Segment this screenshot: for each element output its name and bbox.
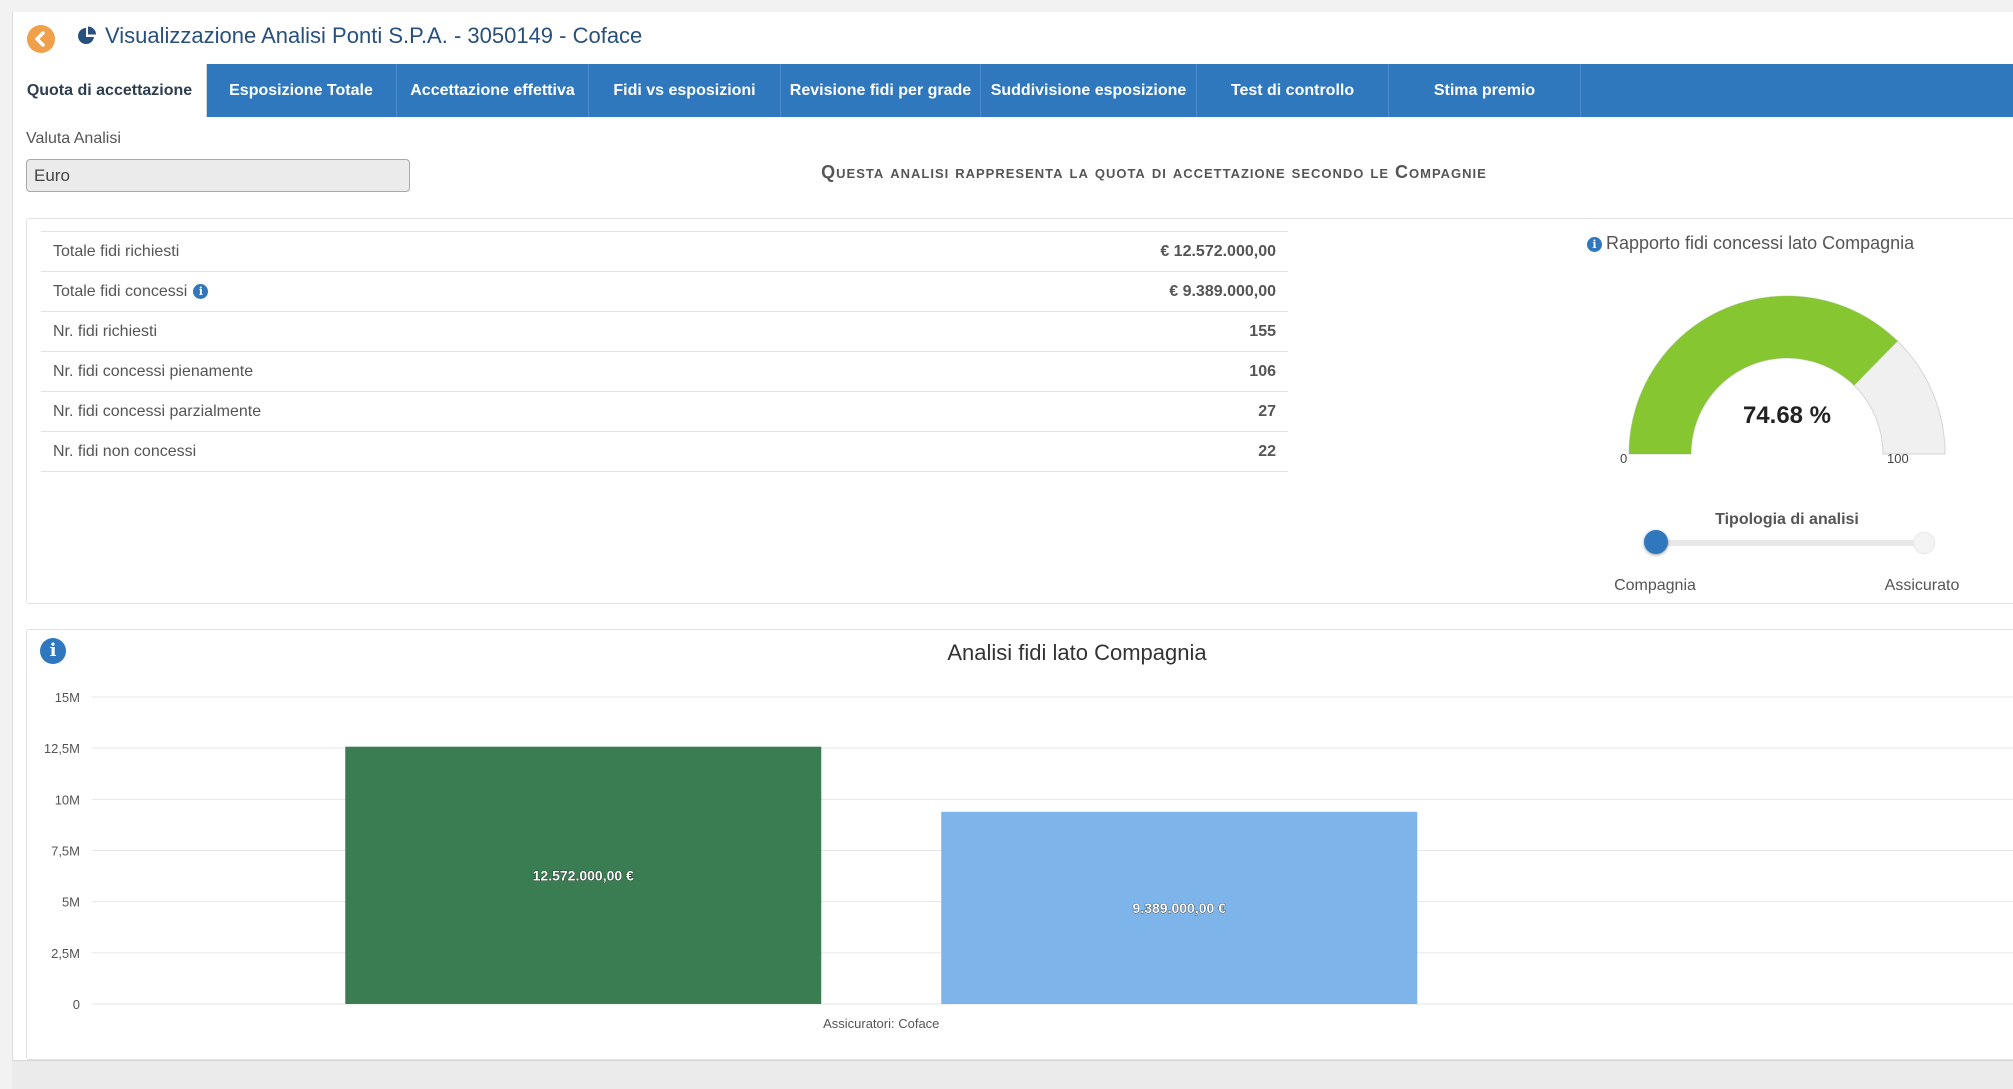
gauge-title-text: Rapporto fidi concessi lato Compagnia <box>1606 233 1915 253</box>
tab-bar: Quota di accettazione Esposizione Totale… <box>13 64 2013 117</box>
stat-label: Nr. fidi non concessi <box>41 431 820 472</box>
table-row: Nr. fidi concessi parzialmente 27 <box>41 391 1288 432</box>
tab-suddivisione-esposizione[interactable]: Suddivisione esposizione <box>981 64 1197 117</box>
chart-panel: 0 2,5M 5M 7,5M 10M 12,5M 15M 12.572.000,00 € 9.3… <box>26 629 2013 1060</box>
stat-label-text: Totale fidi concessi <box>53 282 188 300</box>
stat-value: € 12.572.000,00 <box>819 231 1288 272</box>
y-tick-label: 10M <box>55 792 80 807</box>
acceptance-gauge <box>1628 295 1946 455</box>
stat-label-text: Nr. fidi non concessi <box>53 442 197 460</box>
stats-table: Totale fidi richiesti € 12.572.000,00 To… <box>41 231 1288 472</box>
x-tick-label: Assicuratori: Coface <box>823 1016 939 1031</box>
y-tick-label: 2,5M <box>51 946 80 961</box>
tab-test-di-controllo[interactable]: Test di controllo <box>1197 64 1389 117</box>
stat-value: € 9.389.000,00 <box>819 271 1288 312</box>
y-tick-label: 0 <box>73 997 80 1012</box>
stat-label: Totale fidi concessi i <box>41 271 820 312</box>
table-row: Nr. fidi richiesti 155 <box>41 311 1288 352</box>
stat-label: Totale fidi richiesti <box>41 231 820 272</box>
bar-chart: 0 2,5M 5M 7,5M 10M 12,5M 15M 12.572.000,00 € 9.3… <box>44 690 2013 1031</box>
info-icon[interactable]: i <box>193 283 209 299</box>
stat-label: Nr. fidi concessi pienamente <box>41 351 820 392</box>
gauge-max-label: 100 <box>1887 451 1909 466</box>
chart-title: Analisi fidi lato Compagnia <box>947 640 1207 665</box>
switch-knob-compagnia[interactable] <box>1644 530 1668 554</box>
stat-label: Nr. fidi richiesti <box>41 311 820 352</box>
stat-value: 27 <box>819 391 1288 432</box>
stat-label-text: Nr. fidi richiesti <box>53 322 158 340</box>
bar-data-label: 12.572.000,00 € <box>533 867 634 883</box>
summary-panel: Totale fidi richiesti € 12.572.000,00 To… <box>26 218 2013 604</box>
stat-value: 106 <box>819 351 1288 392</box>
stat-value: 155 <box>819 311 1288 352</box>
stat-label-text: Nr. fidi concessi parzialmente <box>53 402 262 420</box>
gauge-title: i Rapporto fidi concessi lato Compagnia <box>1587 233 2013 254</box>
analysis-type-switch[interactable] <box>1655 540 1925 546</box>
y-tick-label: 7,5M <box>51 844 80 859</box>
tab-esposizione-totale[interactable]: Esposizione Totale <box>206 64 397 117</box>
analysis-type-label: Tipologia di analisi <box>1715 511 1859 528</box>
tab-accettazione-effettiva[interactable]: Accettazione effettiva <box>397 64 589 117</box>
gauge-value: 74.68 % <box>1742 402 1832 429</box>
stat-label-text: Nr. fidi concessi pienamente <box>53 362 254 380</box>
switch-knob-assicurato[interactable] <box>1913 532 1935 554</box>
info-icon[interactable]: i <box>40 638 66 664</box>
page-title: Visualizzazione Analisi Ponti S.P.A. - 3… <box>105 23 643 48</box>
switch-option-assicurato[interactable]: Assicurato <box>1867 577 1977 595</box>
switch-option-compagnia[interactable]: Compagnia <box>1600 577 1710 595</box>
table-row: Totale fidi richiesti € 12.572.000,00 <box>41 231 1288 272</box>
stat-value: 22 <box>819 431 1288 472</box>
gauge-fill <box>1629 296 1898 454</box>
table-row: Totale fidi concessi i € 9.389.000,00 <box>41 271 1288 312</box>
pie-chart-icon <box>78 26 96 44</box>
info-icon[interactable]: i <box>1587 237 1602 252</box>
table-row: Nr. fidi concessi pienamente 106 <box>41 351 1288 392</box>
tab-quota-di-accettazione[interactable]: Quota di accettazione <box>13 64 207 117</box>
tab-fidi-vs-esposizioni[interactable]: Fidi vs esposizioni <box>589 64 781 117</box>
status-strip <box>12 1060 2013 1089</box>
title-bar: Visualizzazione Analisi Ponti S.P.A. - 3… <box>13 12 2013 64</box>
stat-label: Nr. fidi concessi parzialmente <box>41 391 820 432</box>
valuta-label: Valuta Analisi <box>26 130 121 147</box>
table-row: Nr. fidi non concessi 22 <box>41 431 1288 472</box>
analysis-description: Questa analisi rappresenta la quota di a… <box>821 162 1487 182</box>
bar-data-label: 9.389.000,00 € <box>1133 900 1227 916</box>
tab-revisione-fidi-per-grade[interactable]: Revisione fidi per grade <box>781 64 981 117</box>
tab-stima-premio[interactable]: Stima premio <box>1389 64 1581 117</box>
y-tick-label: 15M <box>55 690 80 705</box>
back-button[interactable] <box>27 25 55 53</box>
valuta-select[interactable]: Euro <box>26 159 410 192</box>
chevron-left-icon <box>35 31 45 47</box>
stat-label-text: Totale fidi richiesti <box>53 242 180 260</box>
gauge-min-label: 0 <box>1620 451 1628 466</box>
analysis-window: Visualizzazione Analisi Ponti S.P.A. - 3… <box>12 12 2013 1060</box>
y-tick-label: 12,5M <box>44 741 80 756</box>
y-tick-label: 5M <box>62 895 80 910</box>
